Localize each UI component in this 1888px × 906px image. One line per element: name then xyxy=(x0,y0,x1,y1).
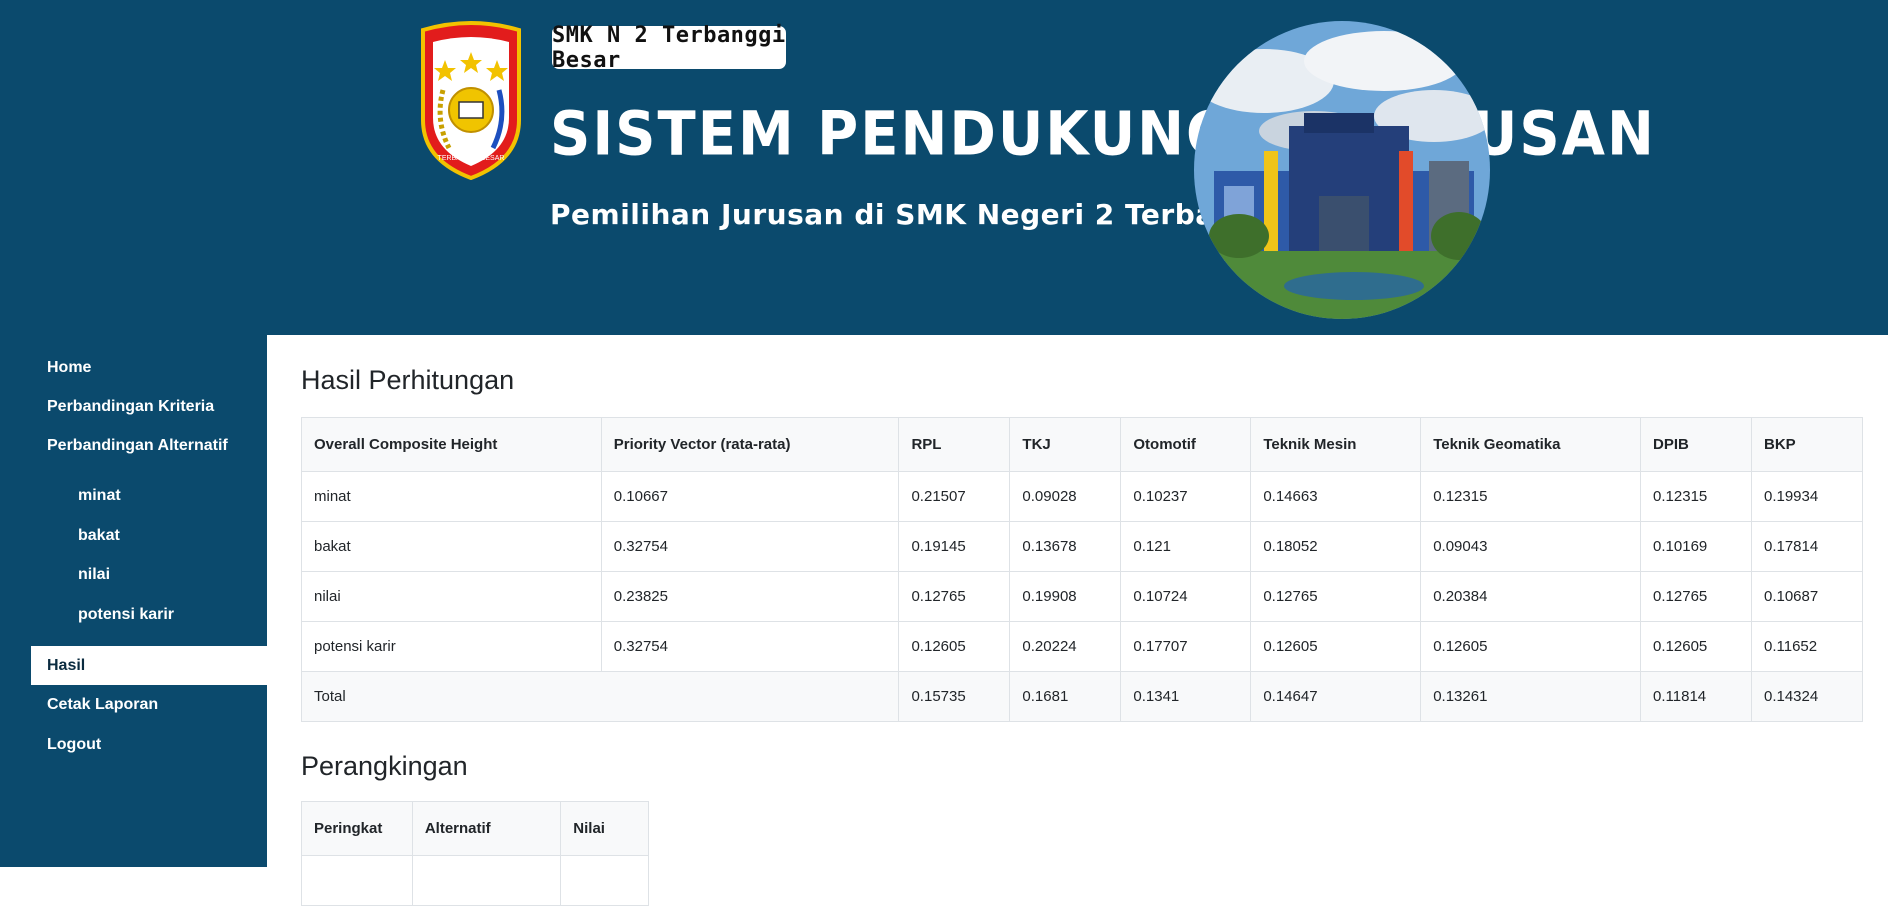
table-cell: 0.1681 xyxy=(1009,671,1122,722)
school-name-tag: SMK N 2 Terbanggi Besar xyxy=(552,22,786,73)
table-cell xyxy=(411,855,562,906)
table-row: bakat 0.32754 0.19145 0.13678 0.121 0.18… xyxy=(301,521,1864,572)
table-cell: 0.12765 xyxy=(1250,571,1422,622)
table-cell: 0.10724 xyxy=(1120,571,1252,622)
table-cell: 0.17814 xyxy=(1750,521,1864,572)
table-cell: 0.09028 xyxy=(1009,471,1122,522)
sidebar-subitem-potensi-karir[interactable]: potensi karir xyxy=(62,595,267,634)
sidebar-subitem-bakat[interactable]: bakat xyxy=(62,516,267,555)
table-cell: 0.12605 xyxy=(1250,621,1422,672)
logo-text-top: SMK N 2 xyxy=(449,37,494,49)
table-cell: 0.09043 xyxy=(1420,521,1642,572)
table-cell: 0.32754 xyxy=(600,621,900,672)
table-cell: 0.12765 xyxy=(898,571,1011,622)
ranking-table-header-row: Peringkat Alternatif Nilai xyxy=(301,801,649,856)
table-cell: 0.12315 xyxy=(1420,471,1642,522)
sidebar-subitem-nilai[interactable]: nilai xyxy=(62,555,267,594)
table-cell: 0.19934 xyxy=(1750,471,1864,522)
sidebar-item-hasil[interactable]: Hasil xyxy=(31,646,267,685)
hasil-table-header-row: Overall Composite Height Priority Vector… xyxy=(301,417,1864,472)
table-cell: bakat xyxy=(301,521,602,572)
table-cell: 0.10169 xyxy=(1640,521,1752,572)
table-cell: nilai xyxy=(301,571,602,622)
table-cell: 0.12605 xyxy=(1420,621,1642,672)
col-header: BKP xyxy=(1750,417,1864,472)
total-label: Total xyxy=(300,671,900,722)
table-cell: 0.32754 xyxy=(600,521,900,572)
table-cell: 0.12605 xyxy=(898,621,1011,672)
table-cell: 0.12605 xyxy=(1640,621,1752,672)
table-cell: 0.10687 xyxy=(1750,571,1864,622)
table-cell: 0.23825 xyxy=(600,571,900,622)
sidebar: Home Perbandingan Kriteria Perbandingan … xyxy=(0,335,267,867)
table-row: minat 0.10667 0.21507 0.09028 0.10237 0.… xyxy=(301,471,1864,522)
table-cell: 0.17707 xyxy=(1120,621,1252,672)
hasil-table: Overall Composite Height Priority Vector… xyxy=(300,417,1864,722)
logo-text-bottom: TERBANGGI BESAR xyxy=(438,155,505,162)
table-cell: 0.20384 xyxy=(1420,571,1642,622)
table-cell: 0.11652 xyxy=(1750,621,1864,672)
ranking-table: Peringkat Alternatif Nilai xyxy=(301,801,649,906)
main-content: Hasil Perhitungan Overall Composite Heig… xyxy=(267,335,1888,906)
sidebar-item-home[interactable]: Home xyxy=(31,348,267,387)
table-cell: 0.19908 xyxy=(1009,571,1122,622)
table-cell: 0.14647 xyxy=(1250,671,1422,722)
table-total-row: Total 0.15735 0.1681 0.1341 0.14647 0.13… xyxy=(300,671,1864,722)
table-cell: 0.11814 xyxy=(1640,671,1752,722)
col-header: Teknik Mesin xyxy=(1250,417,1422,472)
col-header: Nilai xyxy=(560,801,649,856)
school-logo: SMK N 2 TERBANGGI BESAR xyxy=(421,21,521,180)
table-row: potensi karir 0.32754 0.12605 0.20224 0.… xyxy=(301,621,1864,672)
sidebar-item-perbandingan-kriteria[interactable]: Perbandingan Kriteria xyxy=(31,387,267,426)
table-cell: 0.15735 xyxy=(898,671,1011,722)
table-cell: 0.21507 xyxy=(898,471,1011,522)
table-row: nilai 0.23825 0.12765 0.19908 0.10724 0.… xyxy=(301,571,1864,622)
header-banner: SMK N 2 TERBANGGI BESAR SMK N 2 Terbangg… xyxy=(0,0,1888,335)
col-header: Priority Vector (rata-rata) xyxy=(600,417,900,472)
sidebar-item-cetak-laporan[interactable]: Cetak Laporan xyxy=(31,685,267,724)
sidebar-item-perbandingan-alternatif[interactable]: Perbandingan Alternatif xyxy=(31,426,267,465)
table-cell: 0.14324 xyxy=(1750,671,1864,722)
col-header: TKJ xyxy=(1009,417,1122,472)
table-cell: 0.18052 xyxy=(1250,521,1422,572)
col-header: Otomotif xyxy=(1120,417,1252,472)
table-cell xyxy=(301,855,413,906)
table-cell: 0.20224 xyxy=(1009,621,1122,672)
app-title: SISTEM PENDUKUNG KEPUTUSAN xyxy=(550,99,1656,170)
sidebar-subitem-minat[interactable]: minat xyxy=(62,476,267,515)
col-header: DPIB xyxy=(1640,417,1752,472)
table-cell: 0.12315 xyxy=(1640,471,1752,522)
table-cell: 0.19145 xyxy=(898,521,1011,572)
hasil-perhitungan-title: Hasil Perhitungan xyxy=(301,365,515,395)
table-cell: 0.10667 xyxy=(600,471,900,522)
perangkingan-title: Perangkingan xyxy=(301,751,468,781)
table-cell: 0.10237 xyxy=(1120,471,1252,522)
table-cell: minat xyxy=(301,471,602,522)
table-cell: 0.121 xyxy=(1120,521,1252,572)
col-header: Teknik Geomatika xyxy=(1420,417,1642,472)
table-cell: potensi karir xyxy=(301,621,602,672)
col-header: Alternatif xyxy=(411,801,562,856)
col-header: RPL xyxy=(898,417,1011,472)
sidebar-item-logout[interactable]: Logout xyxy=(31,725,267,764)
app-subtitle: Pemilihan Jurusan di SMK Negeri 2 Terban… xyxy=(550,198,1389,231)
table-cell xyxy=(560,855,649,906)
school-building-photo xyxy=(1194,21,1490,319)
table-cell: 0.13261 xyxy=(1420,671,1642,722)
col-header: Overall Composite Height xyxy=(301,417,602,472)
table-cell: 0.14663 xyxy=(1250,471,1422,522)
table-cell: 0.12765 xyxy=(1640,571,1752,622)
table-cell: 0.1341 xyxy=(1120,671,1252,722)
table-row xyxy=(301,855,649,906)
col-header: Peringkat xyxy=(301,801,413,856)
table-cell: 0.13678 xyxy=(1009,521,1122,572)
